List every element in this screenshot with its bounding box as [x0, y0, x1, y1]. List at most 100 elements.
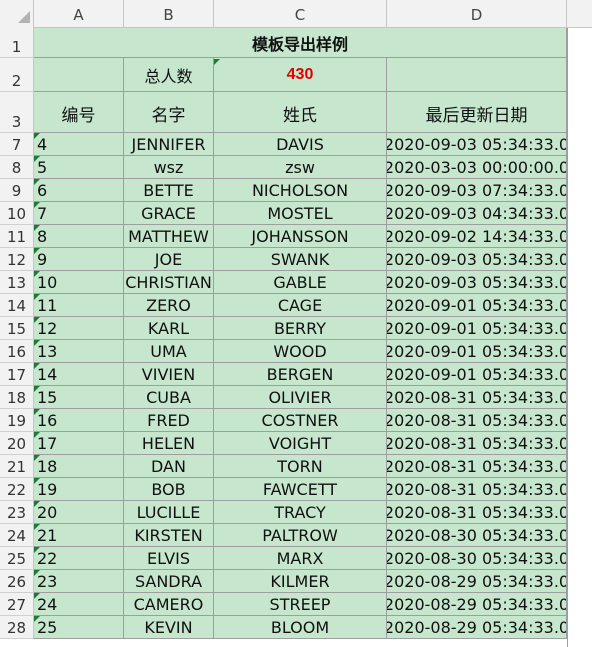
- cell-date[interactable]: 2020-08-29 05:34:33.0: [387, 616, 567, 639]
- cell-last-name[interactable]: SWANK: [214, 248, 387, 271]
- cell-last-name[interactable]: DAVIS: [214, 133, 387, 156]
- cell-id[interactable]: 9: [34, 248, 124, 271]
- cell-id[interactable]: 4: [34, 133, 124, 156]
- cell-last-name[interactable]: TORN: [214, 455, 387, 478]
- row-header[interactable]: 12: [0, 248, 34, 271]
- cell-first-name[interactable]: ELVIS: [124, 547, 214, 570]
- cell-first-name[interactable]: CUBA: [124, 386, 214, 409]
- row-header[interactable]: 3: [0, 92, 34, 133]
- cell-date[interactable]: 2020-08-30 05:34:33.0: [387, 524, 567, 547]
- cell-first-name[interactable]: VIVIEN: [124, 363, 214, 386]
- cell-date[interactable]: 2020-08-31 05:34:33.0: [387, 478, 567, 501]
- cell-first-name[interactable]: CHRISTIAN: [124, 271, 214, 294]
- cell-first-name[interactable]: ZERO: [124, 294, 214, 317]
- cell-date[interactable]: 2020-09-03 05:34:33.0: [387, 248, 567, 271]
- cell-date[interactable]: 2020-08-31 05:34:33.0: [387, 409, 567, 432]
- cell-first-name[interactable]: LUCILLE: [124, 501, 214, 524]
- cell-first-name[interactable]: wsz: [124, 156, 214, 179]
- cell-first-name[interactable]: JOE: [124, 248, 214, 271]
- cell-last-name[interactable]: OLIVIER: [214, 386, 387, 409]
- cell-date[interactable]: 2020-09-01 05:34:33.0: [387, 340, 567, 363]
- row-header[interactable]: 23: [0, 501, 34, 524]
- cell-id[interactable]: 18: [34, 455, 124, 478]
- row-header[interactable]: 17: [0, 363, 34, 386]
- cell-last-name[interactable]: BERGEN: [214, 363, 387, 386]
- row-header[interactable]: 13: [0, 271, 34, 294]
- row-header[interactable]: 18: [0, 386, 34, 409]
- cell-last-name[interactable]: COSTNER: [214, 409, 387, 432]
- cell-id[interactable]: 15: [34, 386, 124, 409]
- empty-cell[interactable]: [387, 58, 567, 92]
- cell-id[interactable]: 25: [34, 616, 124, 639]
- cell-id[interactable]: 8: [34, 225, 124, 248]
- row-header[interactable]: 16: [0, 340, 34, 363]
- total-label-cell[interactable]: 总人数: [124, 58, 214, 92]
- column-header-c[interactable]: C: [214, 0, 387, 28]
- row-header[interactable]: 15: [0, 317, 34, 340]
- cell-date[interactable]: 2020-09-03 05:34:33.0: [387, 133, 567, 156]
- cell-date[interactable]: 2020-08-31 05:34:33.0: [387, 455, 567, 478]
- cell-id[interactable]: 14: [34, 363, 124, 386]
- cell-first-name[interactable]: KEVIN: [124, 616, 214, 639]
- cell-date[interactable]: 2020-08-31 05:34:33.0: [387, 501, 567, 524]
- cell-last-name[interactable]: BLOOM: [214, 616, 387, 639]
- cell-last-name[interactable]: TRACY: [214, 501, 387, 524]
- cell-last-name[interactable]: FAWCETT: [214, 478, 387, 501]
- row-header[interactable]: 11: [0, 225, 34, 248]
- cell-date[interactable]: 2020-08-29 05:34:33.0: [387, 570, 567, 593]
- header-date-cell[interactable]: 最后更新日期: [387, 92, 567, 133]
- row-header[interactable]: 1: [0, 28, 34, 58]
- cell-last-name[interactable]: JOHANSSON: [214, 225, 387, 248]
- cell-date[interactable]: 2020-09-02 14:34:33.0: [387, 225, 567, 248]
- cell-id[interactable]: 16: [34, 409, 124, 432]
- empty-cell[interactable]: [34, 58, 124, 92]
- cell-date[interactable]: 2020-09-01 05:34:33.0: [387, 363, 567, 386]
- row-header[interactable]: 28: [0, 616, 34, 639]
- cell-id[interactable]: 24: [34, 593, 124, 616]
- cell-date[interactable]: 2020-08-30 05:34:33.0: [387, 547, 567, 570]
- cell-last-name[interactable]: BERRY: [214, 317, 387, 340]
- cell-date[interactable]: 2020-09-01 05:34:33.0: [387, 294, 567, 317]
- cell-last-name[interactable]: KILMER: [214, 570, 387, 593]
- cell-date[interactable]: 2020-09-03 05:34:33.0: [387, 271, 567, 294]
- cell-last-name[interactable]: MARX: [214, 547, 387, 570]
- cell-first-name[interactable]: GRACE: [124, 202, 214, 225]
- cell-last-name[interactable]: WOOD: [214, 340, 387, 363]
- cell-last-name[interactable]: GABLE: [214, 271, 387, 294]
- cell-first-name[interactable]: MATTHEW: [124, 225, 214, 248]
- cell-id[interactable]: 17: [34, 432, 124, 455]
- cell-id[interactable]: 11: [34, 294, 124, 317]
- row-header[interactable]: 19: [0, 409, 34, 432]
- cell-id[interactable]: 20: [34, 501, 124, 524]
- column-header-d[interactable]: D: [387, 0, 567, 28]
- cell-first-name[interactable]: KIRSTEN: [124, 524, 214, 547]
- row-header[interactable]: 24: [0, 524, 34, 547]
- header-id-cell[interactable]: 编号: [34, 92, 124, 133]
- cell-last-name[interactable]: PALTROW: [214, 524, 387, 547]
- cell-date[interactable]: 2020-08-29 05:34:33.0: [387, 593, 567, 616]
- cell-first-name[interactable]: UMA: [124, 340, 214, 363]
- cell-last-name[interactable]: NICHOLSON: [214, 179, 387, 202]
- row-header[interactable]: 10: [0, 202, 34, 225]
- cell-id[interactable]: 22: [34, 547, 124, 570]
- cell-date[interactable]: 2020-09-03 07:34:33.0: [387, 179, 567, 202]
- cell-first-name[interactable]: DAN: [124, 455, 214, 478]
- cell-first-name[interactable]: SANDRA: [124, 570, 214, 593]
- column-header-a[interactable]: A: [34, 0, 124, 28]
- cell-date[interactable]: 2020-09-01 05:34:33.0: [387, 317, 567, 340]
- cell-date[interactable]: 2020-08-31 05:34:33.0: [387, 386, 567, 409]
- cell-id[interactable]: 6: [34, 179, 124, 202]
- row-header[interactable]: 14: [0, 294, 34, 317]
- cell-first-name[interactable]: FRED: [124, 409, 214, 432]
- cell-last-name[interactable]: MOSTEL: [214, 202, 387, 225]
- row-header[interactable]: 27: [0, 593, 34, 616]
- cell-id[interactable]: 10: [34, 271, 124, 294]
- row-header[interactable]: 2: [0, 58, 34, 92]
- cell-last-name[interactable]: zsw: [214, 156, 387, 179]
- cell-id[interactable]: 19: [34, 478, 124, 501]
- cell-date[interactable]: 2020-03-03 00:00:00.0: [387, 156, 567, 179]
- cell-id[interactable]: 21: [34, 524, 124, 547]
- cell-first-name[interactable]: BOB: [124, 478, 214, 501]
- cell-last-name[interactable]: VOIGHT: [214, 432, 387, 455]
- row-header[interactable]: 26: [0, 570, 34, 593]
